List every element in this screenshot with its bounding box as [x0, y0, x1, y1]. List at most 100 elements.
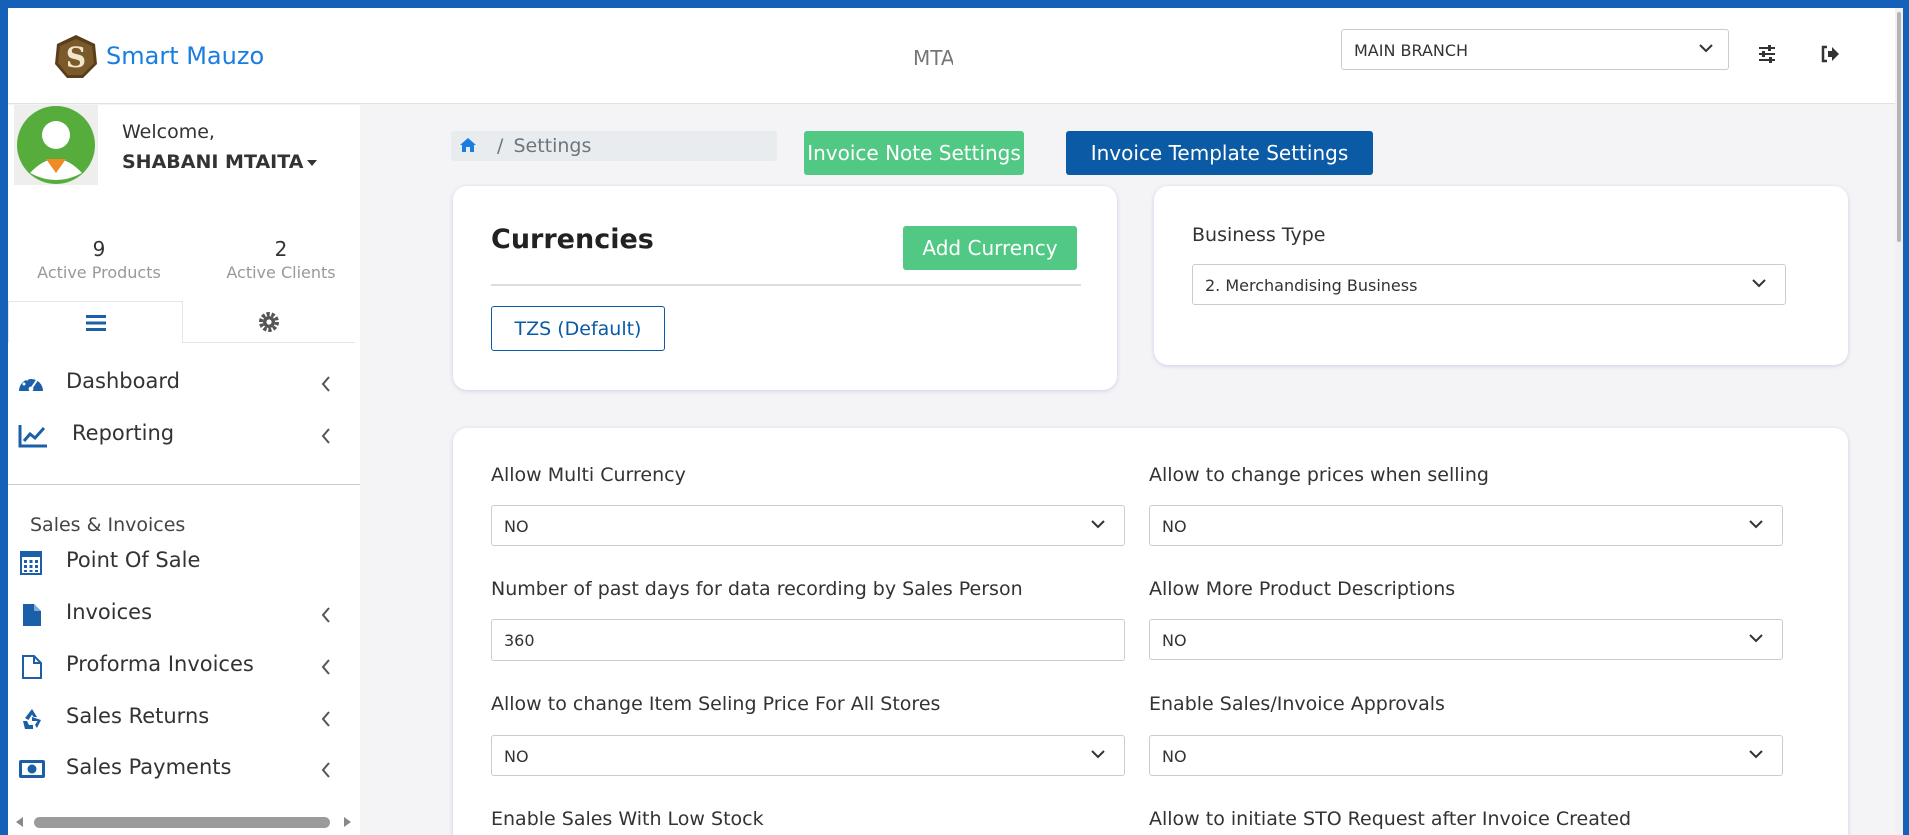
allow-multi-currency-select[interactable]: NO — [491, 505, 1125, 546]
change-item-price-label: Allow to change Item Seling Price For Al… — [491, 693, 941, 715]
caret-down-icon — [307, 159, 318, 166]
chevron-left-icon — [321, 607, 330, 623]
more-product-descriptions-select[interactable]: NO — [1149, 619, 1783, 660]
sales-low-stock-label: Enable Sales With Low Stock — [491, 808, 764, 830]
allow-multi-currency-label: Allow Multi Currency — [491, 464, 686, 486]
nav-item-proforma-invoices[interactable]: Proforma Invoices — [8, 646, 360, 686]
change-item-price-select[interactable]: NO — [491, 735, 1125, 776]
menu-icon — [85, 314, 106, 331]
select-value: NO — [504, 517, 529, 536]
allow-change-prices-label: Allow to change prices when selling — [1149, 464, 1489, 486]
scroll-right-arrow-icon[interactable] — [344, 817, 351, 827]
nav-label: Sales Payments — [66, 755, 232, 779]
sliders-icon[interactable] — [1757, 44, 1777, 64]
select-value: NO — [1162, 747, 1187, 766]
nav-item-point-of-sale[interactable]: Point Of Sale — [8, 542, 360, 582]
user-name: SHABANI MTAITA — [122, 151, 304, 173]
stat-value: 9 — [92, 237, 106, 261]
stat-label: Active Clients — [226, 263, 336, 282]
sidebar: Welcome, SHABANI MTAITA 9 Active Product… — [8, 105, 360, 835]
nav-label: Reporting — [72, 421, 175, 445]
chevron-down-icon — [1749, 750, 1763, 759]
select-value: NO — [504, 747, 529, 766]
scroll-left-arrow-icon[interactable] — [16, 817, 23, 827]
select-value: 2. Merchandising Business — [1205, 276, 1418, 295]
nav-label: Dashboard — [66, 369, 180, 393]
sidebar-hscroll-thumb[interactable] — [34, 817, 330, 828]
select-value: NO — [1162, 517, 1187, 536]
branch-select[interactable]: MAIN BRANCH — [1341, 29, 1729, 70]
more-product-descriptions-label: Allow More Product Descriptions — [1149, 578, 1456, 600]
recycle-icon — [23, 709, 41, 729]
allow-change-prices-select[interactable]: NO — [1149, 505, 1783, 546]
currencies-title: Currencies — [491, 224, 654, 255]
nav-item-invoices[interactable]: Invoices — [8, 594, 360, 634]
business-type-card: Business Type 2. Merchandising Business — [1154, 186, 1848, 365]
nav-item-dashboard[interactable]: Dashboard — [8, 363, 360, 403]
invoice-approvals-select[interactable]: NO — [1149, 735, 1783, 776]
nav-item-sales-payments[interactable]: Sales Payments — [8, 749, 360, 789]
branch-select-value: MAIN BRANCH — [1354, 41, 1469, 60]
welcome-text: Welcome, — [122, 121, 215, 143]
app-window: S Smart Mauzo MTAITA MAIN BRANCH — [8, 8, 1903, 835]
user-menu-toggle[interactable]: SHABANI MTAITA — [122, 151, 318, 173]
calculator-icon — [20, 551, 42, 575]
chevron-down-icon — [1091, 520, 1105, 529]
currencies-card: Currencies Add Currency TZS (Default) — [453, 186, 1117, 390]
past-days-input[interactable]: 360 — [491, 619, 1125, 661]
currency-tag[interactable]: TZS (Default) — [491, 306, 665, 351]
divider — [491, 284, 1081, 286]
tab-menu[interactable] — [8, 301, 183, 343]
logout-icon[interactable] — [1820, 44, 1840, 64]
gear-icon — [259, 311, 279, 332]
money-icon — [19, 760, 45, 778]
stat-active-products: 9 Active Products — [9, 237, 189, 282]
chart-line-icon — [18, 425, 47, 448]
nav-label: Proforma Invoices — [66, 652, 254, 676]
logo-icon: S — [55, 35, 97, 78]
file-outline-icon — [22, 655, 42, 679]
file-icon — [23, 604, 41, 626]
chevron-down-icon — [1749, 634, 1763, 643]
avatar[interactable] — [14, 105, 98, 185]
settings-card: Allow Multi Currency NO Allow to change … — [453, 428, 1848, 835]
page-vertical-scrollbar[interactable] — [1895, 8, 1903, 835]
business-type-select[interactable]: 2. Merchandising Business — [1192, 264, 1786, 305]
chevron-left-icon — [321, 762, 330, 778]
section-heading: Sales & Invoices — [30, 514, 186, 536]
chevron-down-icon — [1091, 750, 1105, 759]
breadcrumb-current: Settings — [513, 135, 592, 157]
chevron-left-icon — [321, 659, 330, 675]
invoice-template-settings-button[interactable]: Invoice Template Settings — [1066, 131, 1373, 175]
home-icon[interactable] — [459, 137, 477, 153]
stat-value: 2 — [274, 237, 288, 261]
invoice-note-settings-button[interactable]: Invoice Note Settings — [804, 131, 1024, 175]
chevron-left-icon — [321, 376, 330, 392]
invoice-approvals-label: Enable Sales/Invoice Approvals — [1149, 693, 1445, 715]
breadcrumb: / Settings — [451, 131, 777, 161]
user-short-name: MTAITA — [913, 46, 953, 70]
past-days-label: Number of past days for data recording b… — [491, 578, 1023, 600]
select-value: NO — [1162, 631, 1187, 650]
svg-text:S: S — [66, 41, 86, 74]
sidebar-divider — [8, 484, 360, 485]
chevron-left-icon — [321, 428, 330, 444]
business-type-label: Business Type — [1192, 224, 1326, 246]
nav-label: Invoices — [66, 600, 153, 624]
dashboard-icon — [19, 376, 43, 392]
sto-request-label: Allow to initiate STO Request after Invo… — [1149, 808, 1632, 830]
stat-active-clients: 2 Active Clients — [191, 237, 360, 282]
stat-label: Active Products — [37, 263, 161, 282]
page-scroll-thumb[interactable] — [1897, 12, 1901, 242]
tab-settings[interactable] — [183, 301, 355, 343]
chevron-down-icon — [1749, 520, 1763, 529]
brand-name[interactable]: Smart Mauzo — [106, 42, 264, 70]
nav-label: Sales Returns — [66, 704, 210, 728]
chevron-down-icon — [1699, 44, 1713, 53]
nav-item-sales-returns[interactable]: Sales Returns — [8, 698, 360, 738]
add-currency-button[interactable]: Add Currency — [903, 226, 1077, 270]
nav-item-reporting[interactable]: Reporting — [8, 415, 360, 455]
top-navbar: S Smart Mauzo MTAITA MAIN BRANCH — [8, 8, 1895, 104]
chevron-down-icon — [1752, 279, 1766, 288]
nav-label: Point Of Sale — [66, 548, 201, 572]
